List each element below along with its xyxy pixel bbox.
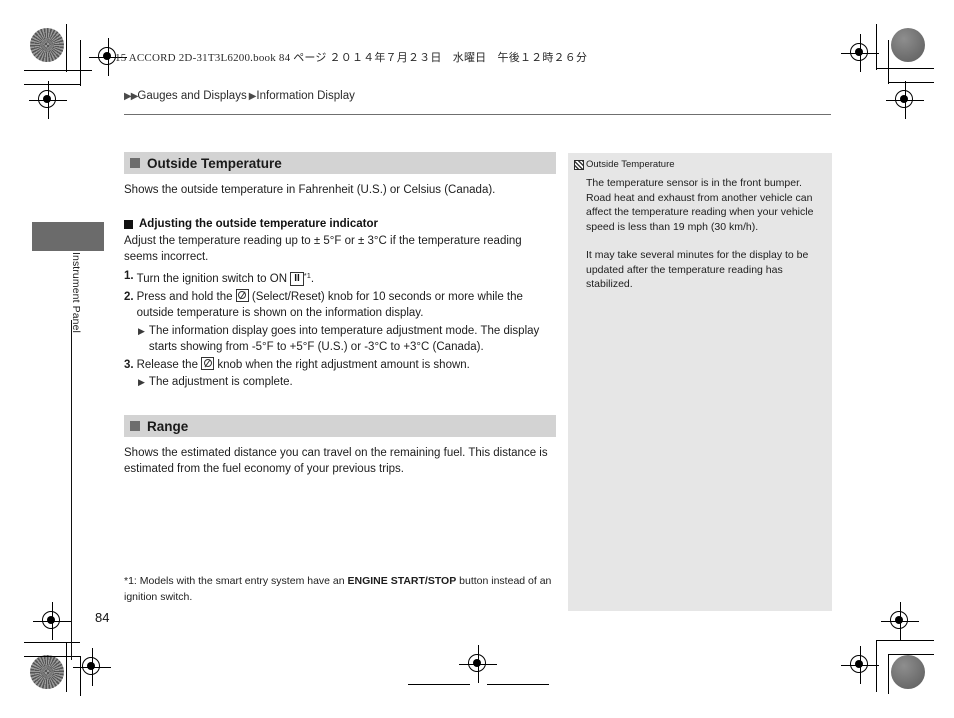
procedure-steps-list: 1. Turn the ignition switch to ON II *1. … (124, 268, 556, 391)
sidenote-paragraph: It may take several minutes for the disp… (586, 249, 809, 290)
breadcrumb-level-1[interactable]: Gauges and Displays (137, 90, 246, 102)
sidenote-title: Outside Temperature (574, 159, 820, 170)
registration-crosshair-bottom-right-outer (841, 646, 879, 684)
footnote-text-before: Models with the smart entry system have … (139, 575, 348, 587)
triangle-right-icon: ▶ (248, 91, 257, 102)
note-marker-icon (574, 160, 584, 170)
procedure-step: 3. Release the knob when the right adjus… (124, 356, 556, 374)
section-heading-range: Range (124, 415, 556, 437)
step-text-before: Press and hold the (136, 290, 236, 303)
section-intro-outside-temperature: Shows the outside temperature in Fahrenh… (124, 184, 496, 196)
step-text: Release the knob when the right adjustme… (136, 356, 556, 374)
step-text: Press and hold the (Select/Reset) knob f… (136, 288, 556, 322)
section-bullet-square-icon (130, 421, 140, 431)
section-intro-range: Shows the estimated distance you can tra… (124, 447, 548, 475)
subsection-intro-text: Adjust the temperature reading up to ± 5… (124, 235, 522, 263)
step-text-after: . (310, 273, 315, 285)
header-divider (124, 114, 831, 115)
triangle-right-icon: ▶ (138, 325, 145, 336)
sidenote-body: The temperature sensor is in the front b… (586, 176, 820, 292)
step-result-bullet: ▶ The information display goes into temp… (138, 323, 556, 356)
subsection-heading-text: Adjusting the outside temperature indica… (139, 218, 378, 230)
procedure-step: 1. Turn the ignition switch to ON II *1. (124, 268, 556, 288)
halftone-dot-top-right (891, 28, 925, 62)
thumb-tab-block (32, 222, 104, 250)
page-spine-line (71, 320, 72, 660)
double-triangle-right-icon: ▶▶ (124, 91, 138, 102)
ignition-on-key-icon: II (290, 272, 304, 286)
subsection-heading-adjusting-indicator: Adjusting the outside temperature indica… (124, 218, 556, 230)
step-text: Turn the ignition switch to ON II *1. (137, 268, 556, 288)
select-reset-knob-icon (201, 356, 215, 370)
registration-crosshair-top-right-outer (841, 34, 879, 72)
footnote-bold-term: ENGINE START/STOP (347, 575, 457, 587)
page-number: 84 (95, 610, 110, 625)
sidenote-panel: Outside Temperature The temperature sens… (568, 153, 832, 611)
footnote-marker: *1: (124, 575, 140, 587)
subsection-bullet-square-icon (124, 219, 133, 229)
triangle-right-icon: ▶ (138, 377, 145, 387)
halftone-dot-top-left (30, 28, 64, 62)
step-text-before: Release the (136, 358, 202, 371)
halftone-dot-bottom-right (891, 655, 925, 689)
footnote-reference: *1 (303, 271, 311, 280)
select-reset-knob-icon (235, 288, 249, 302)
sidenote-title-text: Outside Temperature (586, 159, 675, 170)
section-heading-text: Range (147, 418, 189, 434)
thumb-tab-divider (32, 250, 104, 251)
sidenote-paragraph: The temperature sensor is in the front b… (586, 177, 814, 233)
procedure-step: 2. Press and hold the (Select/Reset) kno… (124, 288, 556, 322)
breadcrumb: ▶▶Gauges and Displays ▶Information Displa… (124, 90, 355, 102)
section-heading-text: Outside Temperature (147, 155, 282, 171)
step-text-after: knob when the right adjustment amount is… (214, 358, 470, 371)
step-number: 2. (124, 290, 134, 303)
main-content-column: Outside Temperature Shows the outside te… (124, 152, 556, 477)
halftone-dot-bottom-left (30, 655, 64, 689)
step-text-before: Turn the ignition switch to ON (136, 273, 291, 285)
section-heading-outside-temperature: Outside Temperature (124, 152, 556, 174)
section-bullet-square-icon (130, 158, 140, 168)
registration-crosshair-bottom-center (459, 645, 497, 683)
registration-crosshair-bottom-left-outer (33, 602, 71, 640)
registration-crosshair-bottom-left-inner (73, 648, 111, 686)
step-result-text: The information display goes into temper… (148, 324, 540, 354)
registration-crosshair-bottom-right-inner (881, 602, 919, 640)
step-result-bullet: ▶ The adjustment is complete. (138, 374, 556, 391)
footnote: *1: Models with the smart entry system h… (124, 573, 556, 605)
print-file-header: 15 ACCORD 2D-31T3L6200.book 84 ページ ２０１４年… (115, 52, 588, 64)
registration-crosshair-top-left-inner (29, 81, 67, 119)
step-result-text: The adjustment is complete. (148, 376, 293, 388)
step-number: 1. (124, 270, 134, 282)
step-number: 3. (124, 358, 134, 371)
registration-crosshair-top-right-inner (886, 81, 924, 119)
breadcrumb-level-2[interactable]: Information Display (256, 90, 354, 102)
